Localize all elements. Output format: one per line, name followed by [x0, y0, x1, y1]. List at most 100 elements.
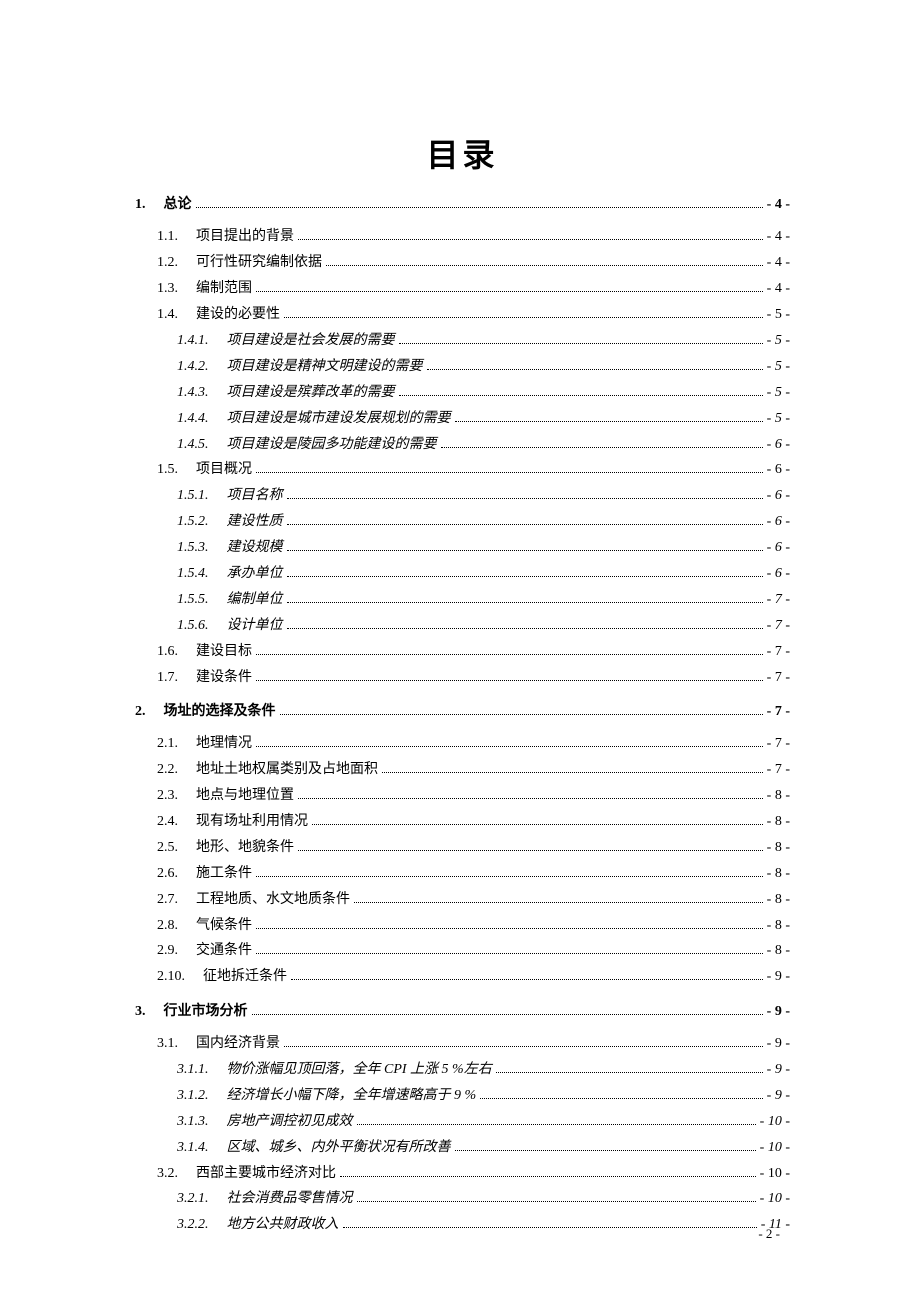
toc-entry: 1.5.3. 建设规模 - 6 - [135, 537, 790, 559]
toc-entry-number: 3.1.3. [177, 1111, 209, 1133]
toc-entry-page: - 8 - [767, 889, 790, 911]
toc-leader-dots [256, 654, 763, 655]
toc-entry-title: 工程地质、水文地质条件 [196, 889, 350, 911]
toc-entry-number: 3. [135, 1001, 146, 1023]
toc-entry-number: 2.4. [157, 811, 178, 833]
toc-entry-title: 承办单位 [227, 563, 283, 585]
toc-entry: 1.3. 编制范围 - 4 - [135, 278, 790, 300]
toc-leader-dots [287, 628, 763, 629]
toc-entry-page: - 5 - [767, 304, 790, 326]
toc-entry-number: 1.5.3. [177, 537, 209, 559]
toc-entry-page: - 10 - [760, 1111, 790, 1133]
toc-leader-dots [256, 928, 763, 929]
toc-entry: 1.5.5.编制单位- 7 - [135, 589, 790, 611]
toc-entry-number: 1.4. [157, 304, 178, 326]
toc-entry: 1.总论- 4 - [135, 194, 790, 216]
toc-leader-dots [287, 550, 763, 551]
toc-entry-number: 1.4.3. [177, 382, 209, 404]
toc-entry-title: 建设的必要性 [196, 304, 280, 326]
toc-entry-number: 2. [135, 701, 146, 723]
toc-entry-number: 1.4.2. [177, 356, 209, 378]
toc-entry-page: - 7 - [767, 759, 790, 781]
toc-entry-number: 3.2.2. [177, 1214, 209, 1236]
toc-entry-title: 社会消费品零售情况 [227, 1188, 353, 1210]
toc-entry-page: - 8 - [767, 837, 790, 859]
toc-entry-page: - 5 - [767, 356, 790, 378]
toc-entry-number: 1.3. [157, 278, 178, 300]
toc-leader-dots [382, 772, 763, 773]
toc-leader-dots [441, 447, 763, 448]
toc-leader-dots [256, 680, 763, 681]
toc-entry-page: - 8 - [767, 863, 790, 885]
toc-entry-page: - 9 - [767, 1001, 790, 1023]
toc-leader-dots [256, 746, 763, 747]
toc-entry: 2.3.地点与地理位置- 8 - [135, 785, 790, 807]
toc-entry-number: 1.6. [157, 641, 178, 663]
toc-entry-page: - 6 - [767, 537, 790, 559]
toc-entry-title: 经济增长小幅下降，全年增速略高于 9 % [227, 1085, 477, 1107]
toc-entry-number: 1. [135, 194, 146, 216]
toc-entry: 1.4.5.项目建设是陵园多功能建设的需要- 6 - [135, 434, 790, 456]
toc-leader-dots [357, 1201, 756, 1202]
toc-leader-dots [284, 317, 763, 318]
toc-entry-page: - 4 - [767, 194, 790, 216]
toc-leader-dots [287, 602, 763, 603]
toc-entry: 2.5.地形、地貌条件- 8 - [135, 837, 790, 859]
toc-entry-title: 项目建设是陵园多功能建设的需要 [227, 434, 437, 456]
toc-entry-title: 地方公共财政收入 [227, 1214, 339, 1236]
toc-entry-title: 区域、城乡、内外平衡状况有所改善 [227, 1137, 451, 1159]
toc-entry: 2.6. 施工条件 - 8 - [135, 863, 790, 885]
toc-leader-dots [357, 1124, 756, 1125]
toc-entry: 2.8.气候条件- 8 - [135, 915, 790, 937]
toc-entry-title: 现有场址利用情况 [196, 811, 308, 833]
toc-entry: 1.5.6.设计单位- 7 - [135, 615, 790, 637]
toc-entry-number: 2.6. [157, 863, 178, 885]
toc-entry-title: 项目建设是精神文明建设的需要 [227, 356, 423, 378]
toc-entry: 3.2.2.地方公共财政收入- 11 - [135, 1214, 790, 1236]
toc-entry-number: 1.2. [157, 252, 178, 274]
toc-leader-dots [298, 850, 763, 851]
toc-leader-dots [256, 876, 763, 877]
toc-entry-page: - 7 - [767, 589, 790, 611]
toc-entry-number: 1.5.4. [177, 563, 209, 585]
page-title: 目录 [135, 130, 790, 176]
toc-entry-title: 行业市场分析 [164, 1001, 248, 1023]
toc-entry-title: 地理情况 [196, 733, 252, 755]
toc-entry-page: - 8 - [767, 915, 790, 937]
toc-entry-title: 气候条件 [196, 915, 252, 937]
toc-entry-title: 项目建设是城市建设发展规划的需要 [227, 408, 451, 430]
toc-entry-title: 地形、地貌条件 [196, 837, 294, 859]
toc-entry-page: - 4 - [767, 278, 790, 300]
toc-leader-dots [291, 979, 763, 980]
toc-entry: 3.1.4.区域、城乡、内外平衡状况有所改善- 10 - [135, 1137, 790, 1159]
toc-entry-number: 1.4.5. [177, 434, 209, 456]
toc-entry-number: 2.1. [157, 733, 178, 755]
toc-entry-page: - 7 - [767, 701, 790, 723]
toc-entry-number: 3.1. [157, 1033, 178, 1055]
toc-entry-title: 施工条件 [196, 863, 252, 885]
toc-entry-title: 项目概况 [196, 459, 252, 481]
toc-entry: 1.5.项目概况- 6 - [135, 459, 790, 481]
toc-entry: 3.1.国内经济背景- 9 - [135, 1033, 790, 1055]
toc-entry-page: - 9 - [767, 1059, 790, 1081]
toc-entry-title: 物价涨幅见顶回落，全年 CPI 上涨 5 %左右 [227, 1059, 492, 1081]
toc-leader-dots [284, 1046, 763, 1047]
toc-entry: 3.1.1.物价涨幅见顶回落，全年 CPI 上涨 5 %左右- 9 - [135, 1059, 790, 1081]
toc-entry: 3.2.1.社会消费品零售情况- 10 - [135, 1188, 790, 1210]
toc-entry-title: 建设规模 [227, 537, 283, 559]
toc-entry-number: 3.2. [157, 1163, 178, 1185]
toc-leader-dots [287, 524, 763, 525]
toc-entry-page: - 8 - [767, 811, 790, 833]
toc-entry: 2.场址的选择及条件- 7 - [135, 701, 790, 723]
toc-leader-dots [455, 1150, 756, 1151]
toc-leader-dots [252, 1014, 763, 1015]
toc-entry-title: 征地拆迁条件 [203, 966, 287, 988]
toc-leader-dots [196, 207, 763, 208]
toc-leader-dots [287, 576, 763, 577]
toc-entry-page: - 6 - [767, 563, 790, 585]
toc-entry-page: - 4 - [767, 252, 790, 274]
toc-entry-title: 编制范围 [196, 278, 252, 300]
toc-entry-number: 1.4.4. [177, 408, 209, 430]
toc-leader-dots [312, 824, 763, 825]
toc-entry-number: 1.5.2. [177, 511, 209, 533]
